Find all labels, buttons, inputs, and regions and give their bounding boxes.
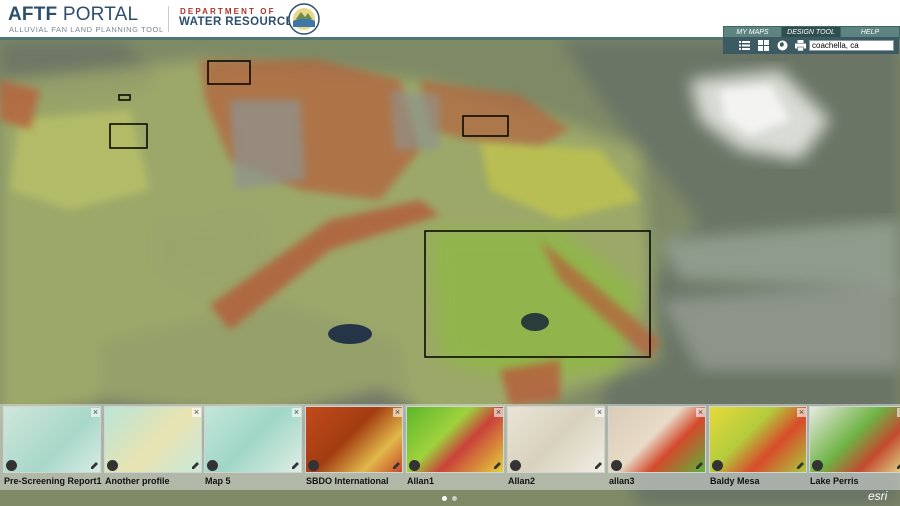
edit-pencil-icon[interactable] <box>290 460 301 471</box>
close-icon[interactable]: × <box>192 408 201 417</box>
saved-map-label[interactable]: SBDO International <box>306 476 389 486</box>
header-divider <box>168 6 169 32</box>
globe-icon[interactable] <box>510 460 521 471</box>
globe-icon[interactable] <box>207 460 218 471</box>
location-search-input[interactable] <box>809 40 894 51</box>
esri-attribution: esri <box>868 489 888 503</box>
grid-icon[interactable] <box>758 40 769 51</box>
globe-icon[interactable] <box>409 460 420 471</box>
globe-icon[interactable] <box>712 460 723 471</box>
carousel-dot[interactable] <box>452 496 457 501</box>
edit-pencil-icon[interactable] <box>89 460 100 471</box>
saved-map-label[interactable]: Lake Perris <box>810 476 859 486</box>
globe-icon[interactable] <box>6 460 17 471</box>
edit-pencil-icon[interactable] <box>190 460 201 471</box>
saved-map-thumbnail[interactable] <box>507 406 605 473</box>
saved-map-label[interactable]: Baldy Mesa <box>710 476 760 486</box>
saved-map-label[interactable]: Allan1 <box>407 476 434 486</box>
close-icon[interactable]: × <box>696 408 705 417</box>
list-icon[interactable] <box>739 40 750 51</box>
saved-map-label[interactable]: Pre-Screening Report1 <box>4 476 102 486</box>
globe-icon[interactable] <box>812 460 823 471</box>
app-title-bold: AFTF <box>8 4 58 25</box>
saved-map-thumbnail[interactable] <box>204 406 302 473</box>
saved-map-thumbnail[interactable] <box>104 406 202 473</box>
edit-pencil-icon[interactable] <box>795 460 806 471</box>
globe-icon[interactable] <box>308 460 319 471</box>
close-icon[interactable]: × <box>91 408 100 417</box>
globe-icon[interactable] <box>107 460 118 471</box>
app-title-rest: PORTAL <box>57 4 139 25</box>
app-title: AFTF PORTAL <box>8 4 138 26</box>
close-icon[interactable]: × <box>595 408 604 417</box>
close-icon[interactable]: × <box>797 408 806 417</box>
saved-map-thumbnail[interactable] <box>608 406 706 473</box>
edit-pencil-icon[interactable] <box>492 460 503 471</box>
close-icon[interactable]: × <box>393 408 402 417</box>
saved-map-thumbnail[interactable] <box>3 406 101 473</box>
saved-map-label[interactable]: Another profile <box>105 476 170 486</box>
saved-map-label[interactable]: Allan2 <box>508 476 535 486</box>
dept-line2: WATER RESOURCES <box>179 16 302 28</box>
saved-map-thumbnail[interactable] <box>709 406 807 473</box>
edit-pencil-icon[interactable] <box>895 460 900 471</box>
app-subtitle: ALLUVIAL FAN LAND PLANNING TOOL <box>9 25 164 34</box>
globe-icon[interactable] <box>611 460 622 471</box>
saved-map-label[interactable]: Map 5 <box>205 476 231 486</box>
carousel-dot-active[interactable] <box>442 496 447 501</box>
dept-line1: DEPARTMENT OF <box>180 7 276 16</box>
print-icon[interactable] <box>795 40 806 51</box>
edit-pencil-icon[interactable] <box>391 460 402 471</box>
close-icon[interactable]: × <box>494 408 503 417</box>
saved-map-label[interactable]: allan3 <box>609 476 635 486</box>
globe-icon[interactable] <box>777 40 788 51</box>
saved-map-thumbnail[interactable] <box>406 406 504 473</box>
saved-map-thumbnail[interactable] <box>305 406 403 473</box>
dwr-seal-logo <box>288 3 320 35</box>
edit-pencil-icon[interactable] <box>593 460 604 471</box>
close-icon[interactable]: × <box>292 408 301 417</box>
edit-pencil-icon[interactable] <box>694 460 705 471</box>
